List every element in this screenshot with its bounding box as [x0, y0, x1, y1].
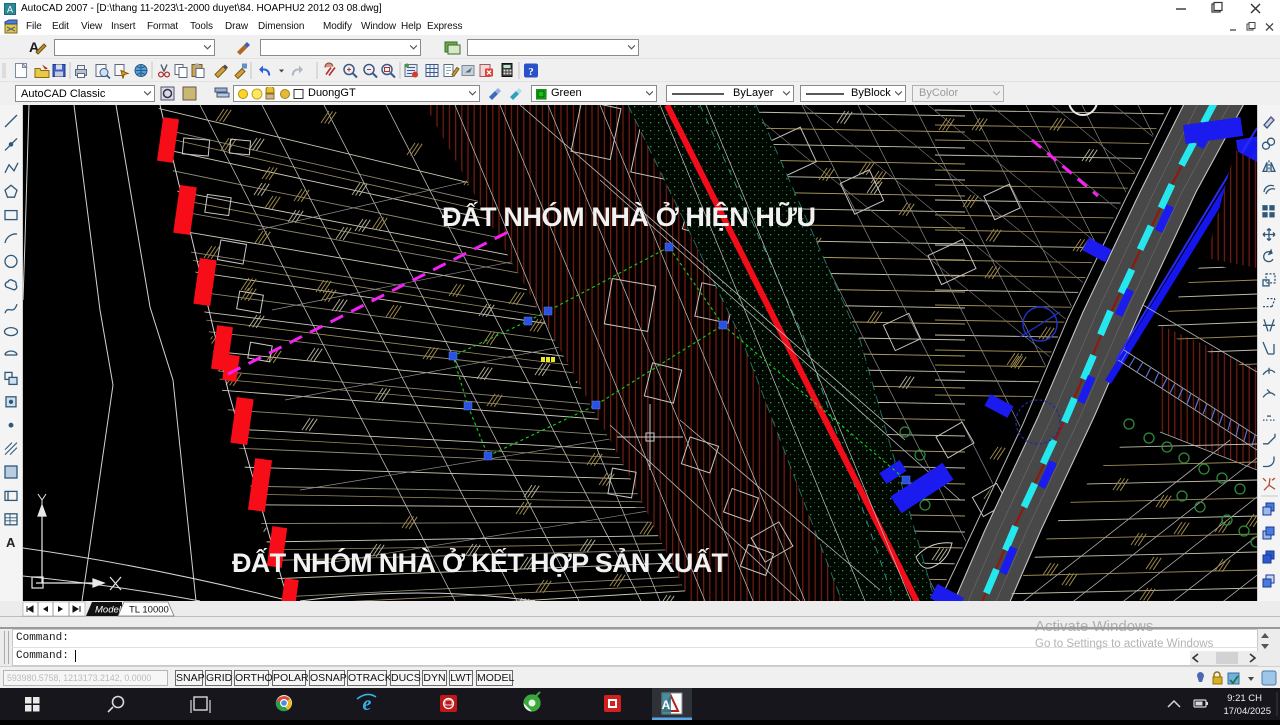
svg-text:A: A — [7, 5, 13, 15]
svg-text:Model: Model — [95, 605, 122, 616]
svg-text:A: A — [662, 698, 671, 712]
svg-text:?: ? — [528, 66, 534, 78]
svg-text:ĐẤT NHÓM NHÀ Ở KẾT HỢP SẢN XUẤ: ĐẤT NHÓM NHÀ Ở KẾT HỢP SẢN XUẤT — [232, 546, 729, 578]
svg-text:17/04/2025: 17/04/2025 — [1223, 706, 1271, 717]
svg-text:ĐẤT NHÓM NHÀ Ở HIỆN HỮU: ĐẤT NHÓM NHÀ Ở HIỆN HỮU — [442, 200, 816, 232]
svg-text:e: e — [363, 693, 372, 715]
svg-text:A: A — [6, 535, 16, 550]
svg-text:9:21 CH: 9:21 CH — [1227, 693, 1262, 704]
svg-text:TL 10000: TL 10000 — [129, 605, 169, 616]
